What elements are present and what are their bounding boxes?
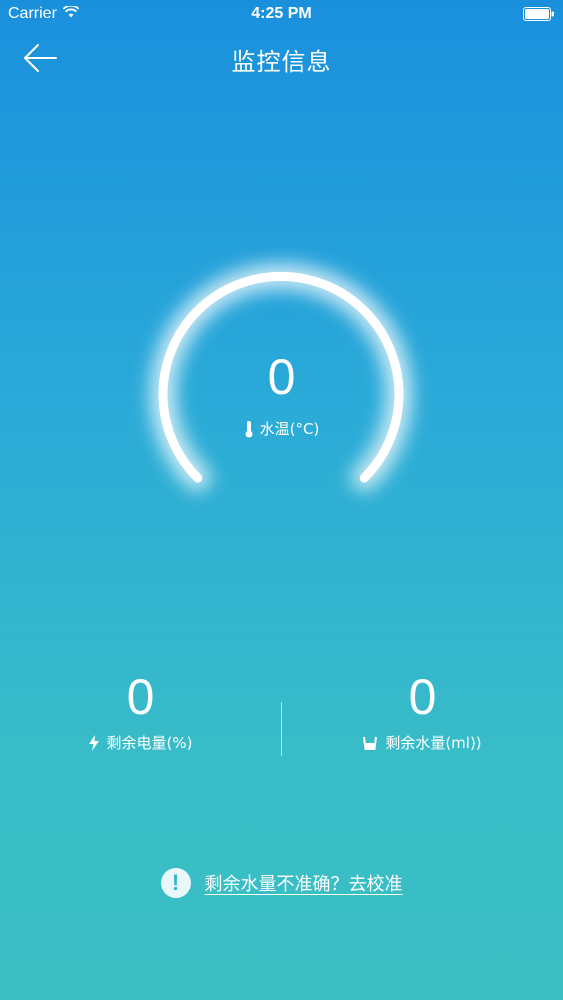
status-bar: Carrier 4:25 PM bbox=[0, 0, 563, 30]
battery-value: 0 bbox=[126, 669, 155, 725]
battery-label: 剩余电量(%) bbox=[106, 734, 193, 752]
battery-stat: 0 剩余电量(%) bbox=[0, 668, 281, 753]
water-value: 0 bbox=[408, 669, 437, 725]
page-title: 监控信息 bbox=[231, 48, 332, 76]
water-stat: 0 剩余水量(ml)) bbox=[282, 668, 563, 753]
water-temperature-value: 0 bbox=[267, 349, 296, 405]
battery-icon bbox=[523, 7, 555, 26]
calibrate-link[interactable]: 剩余水量不准确？去校准 bbox=[205, 870, 403, 896]
calibrate-row: ! 剩余水量不准确？去校准 bbox=[0, 868, 563, 898]
water-label-row: 剩余水量(ml)) bbox=[282, 732, 563, 753]
lightning-icon bbox=[88, 734, 99, 751]
status-time: 4:25 PM bbox=[251, 5, 312, 22]
thermometer-icon bbox=[245, 420, 253, 437]
exclamation-icon: ! bbox=[160, 868, 191, 898]
nav-bar: 监控信息 bbox=[0, 30, 563, 86]
water-temperature-label: 水温(°C) bbox=[259, 420, 320, 438]
cup-icon bbox=[363, 736, 378, 750]
battery-label-row: 剩余电量(%) bbox=[0, 732, 281, 753]
water-label: 剩余水量(ml)) bbox=[385, 734, 482, 752]
water-temperature-label-row: 水温(°C) bbox=[0, 418, 563, 439]
